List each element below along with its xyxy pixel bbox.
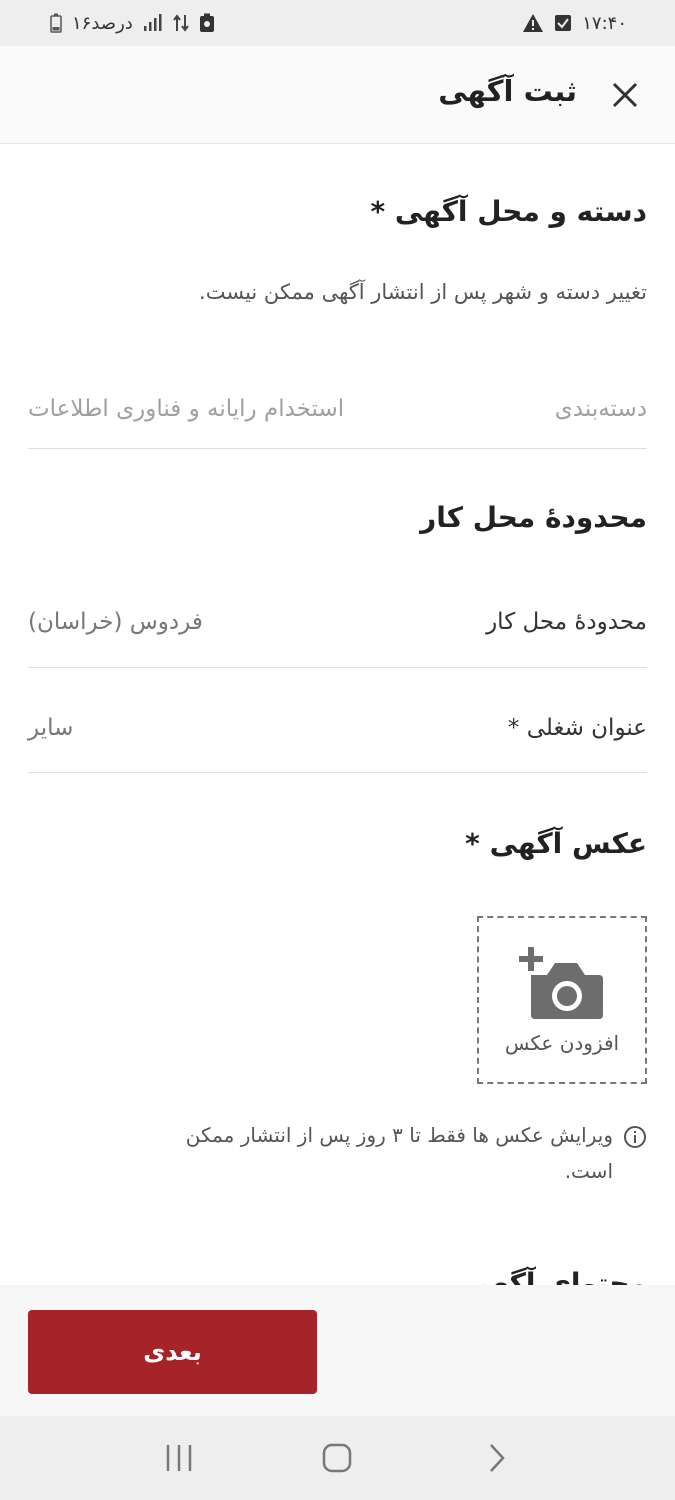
photo-info-line-1: ویرایش عکس ها فقط تا ۳ روز پس از انتشار …: [185, 1123, 613, 1147]
checkbox-icon: [554, 14, 572, 32]
form-content[interactable]: دسته و محل آگهی * تغییر دسته و شهر پس از…: [0, 145, 675, 1285]
work-area-value: فردوس (خراسان): [28, 609, 203, 635]
work-area-row[interactable]: محدودهٔ محل کار فردوس (خراسان): [28, 577, 647, 668]
status-bar: ۱۶درصد ۱۷:۴۰: [0, 0, 675, 46]
category-label: دسته‌بندی: [554, 395, 647, 422]
recent-apps-icon: [166, 1445, 192, 1471]
content-section-title: محتوای آگهی: [462, 1267, 647, 1285]
photo-info-text: ویرایش عکس ها فقط تا ۳ روز پس از انتشار …: [186, 1117, 613, 1189]
system-nav-bar: [0, 1416, 675, 1500]
photo-info-line-2: است.: [564, 1159, 613, 1183]
add-camera-icon: [519, 947, 603, 1019]
battery-text: ۱۶درصد: [72, 12, 133, 34]
recent-apps-button[interactable]: [149, 1428, 209, 1488]
job-title-label: عنوان شغلی *: [507, 714, 647, 741]
warning-icon: [522, 13, 544, 33]
info-icon: [623, 1125, 647, 1149]
status-bar-left: ۱۶درصد: [50, 13, 215, 34]
status-bar-right: ۱۷:۴۰: [522, 13, 627, 34]
back-button[interactable]: [466, 1428, 526, 1488]
status-time: ۱۷:۴۰: [582, 12, 627, 34]
work-area-section-title: محدودهٔ محل کار: [420, 501, 647, 534]
close-button[interactable]: [605, 75, 645, 115]
job-title-row[interactable]: عنوان شغلی * سایر: [28, 683, 647, 773]
signal-icon: [143, 14, 163, 32]
notification-app-icon: [199, 13, 215, 33]
job-title-value: سایر: [28, 714, 74, 741]
page-title: ثبت آگهی: [438, 74, 577, 108]
work-area-label: محدودهٔ محل کار: [486, 609, 647, 635]
back-icon: [489, 1444, 505, 1472]
add-photo-button[interactable]: افزودن عکس: [477, 916, 647, 1084]
app-bar: ثبت آگهی: [0, 46, 675, 144]
category-section-title: دسته و محل آگهی *: [370, 195, 647, 228]
category-row: دسته‌بندی استخدام رایانه و فناوری اطلاعا…: [28, 369, 647, 449]
category-value: استخدام رایانه و فناوری اطلاعات: [28, 395, 345, 422]
category-hint: تغییر دسته و شهر پس از انتشار آگهی ممکن …: [199, 280, 647, 304]
home-button[interactable]: [307, 1428, 367, 1488]
data-transfer-icon: [172, 13, 189, 33]
photo-info: ویرایش عکس ها فقط تا ۳ روز پس از انتشار …: [102, 1117, 647, 1189]
bottom-action-bar: بعدی: [0, 1285, 675, 1416]
close-icon: [612, 82, 638, 108]
battery-icon: [50, 13, 62, 33]
photo-section-title: عکس آگهی *: [465, 827, 647, 860]
next-button[interactable]: بعدی: [28, 1310, 317, 1394]
home-icon: [323, 1443, 352, 1473]
add-photo-label: افزودن عکس: [504, 1031, 620, 1055]
